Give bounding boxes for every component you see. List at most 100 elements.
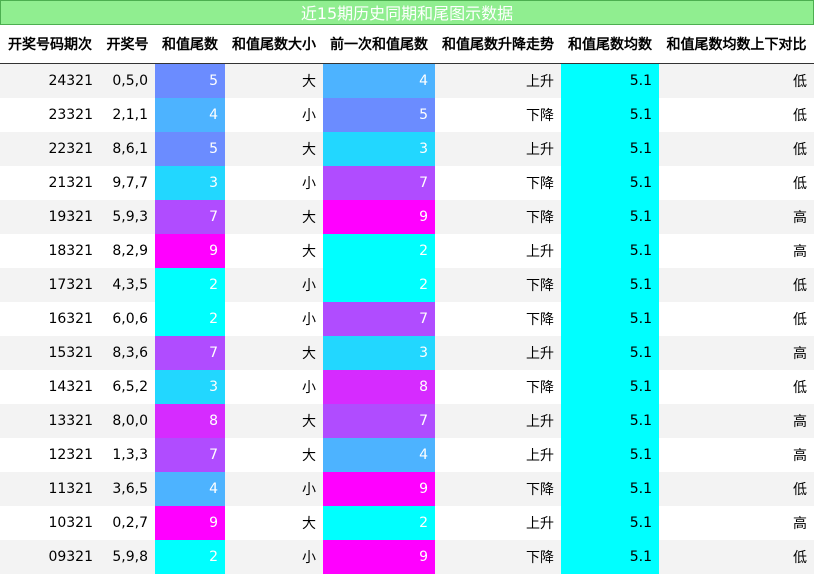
compare-cell: 低 [659,268,814,302]
numbers-cell: 6,5,2 [100,370,155,404]
issue-cell: 13321 [0,404,100,438]
numbers-cell: 4,3,5 [100,268,155,302]
issue-cell: 15321 [0,336,100,370]
issue-cell: 10321 [0,506,100,540]
prev-tail-cell: 2 [323,234,435,268]
size-cell: 大 [225,132,323,166]
average-cell: 5.1 [561,506,659,540]
size-cell: 小 [225,98,323,132]
header-tail: 和值尾数 [155,25,225,64]
size-cell: 大 [225,200,323,234]
issue-cell: 19321 [0,200,100,234]
compare-cell: 低 [659,132,814,166]
compare-cell: 低 [659,540,814,574]
tail-cell: 7 [155,336,225,370]
tail-cell: 3 [155,370,225,404]
compare-cell: 高 [659,438,814,472]
size-cell: 大 [225,234,323,268]
size-cell: 小 [225,540,323,574]
average-cell: 5.1 [561,336,659,370]
prev-tail-cell: 9 [323,200,435,234]
numbers-cell: 8,3,6 [100,336,155,370]
numbers-cell: 8,0,0 [100,404,155,438]
issue-cell: 16321 [0,302,100,336]
issue-cell: 24321 [0,63,100,98]
tail-cell: 2 [155,302,225,336]
trend-cell: 上升 [435,506,561,540]
compare-cell: 低 [659,472,814,506]
average-cell: 5.1 [561,370,659,404]
trend-cell: 下降 [435,472,561,506]
table-row: 14321 6,5,2 3 小 8 下降 5.1 低 [0,370,814,404]
history-table: 开奖号码期次 开奖号 和值尾数 和值尾数大小 前一次和值尾数 和值尾数升降走势 … [0,25,814,574]
issue-cell: 22321 [0,132,100,166]
numbers-cell: 1,3,3 [100,438,155,472]
header-size: 和值尾数大小 [225,25,323,64]
size-cell: 小 [225,268,323,302]
table-row: 09321 5,9,8 2 小 9 下降 5.1 低 [0,540,814,574]
tail-cell: 9 [155,506,225,540]
table-row: 13321 8,0,0 8 大 7 上升 5.1 高 [0,404,814,438]
table-row: 12321 1,3,3 7 大 4 上升 5.1 高 [0,438,814,472]
issue-cell: 23321 [0,98,100,132]
tail-cell: 8 [155,404,225,438]
table-row: 19321 5,9,3 7 大 9 下降 5.1 高 [0,200,814,234]
average-cell: 5.1 [561,132,659,166]
average-cell: 5.1 [561,200,659,234]
trend-cell: 下降 [435,540,561,574]
tail-cell: 5 [155,63,225,98]
prev-tail-cell: 5 [323,98,435,132]
numbers-cell: 8,6,1 [100,132,155,166]
tail-cell: 4 [155,472,225,506]
issue-cell: 11321 [0,472,100,506]
tail-cell: 9 [155,234,225,268]
compare-cell: 高 [659,404,814,438]
table-row: 23321 2,1,1 4 小 5 下降 5.1 低 [0,98,814,132]
tail-cell: 2 [155,268,225,302]
prev-tail-cell: 9 [323,472,435,506]
average-cell: 5.1 [561,302,659,336]
numbers-cell: 2,1,1 [100,98,155,132]
tail-cell: 7 [155,438,225,472]
trend-cell: 下降 [435,268,561,302]
prev-tail-cell: 4 [323,438,435,472]
trend-cell: 下降 [435,200,561,234]
size-cell: 小 [225,302,323,336]
size-cell: 大 [225,438,323,472]
average-cell: 5.1 [561,540,659,574]
trend-cell: 下降 [435,302,561,336]
header-trend: 和值尾数升降走势 [435,25,561,64]
header-compare: 和值尾数均数上下对比 [659,25,814,64]
numbers-cell: 0,5,0 [100,63,155,98]
tail-cell: 7 [155,200,225,234]
trend-cell: 下降 [435,98,561,132]
numbers-cell: 6,0,6 [100,302,155,336]
prev-tail-cell: 3 [323,132,435,166]
average-cell: 5.1 [561,166,659,200]
compare-cell: 低 [659,98,814,132]
size-cell: 大 [225,336,323,370]
table-row: 16321 6,0,6 2 小 7 下降 5.1 低 [0,302,814,336]
size-cell: 大 [225,506,323,540]
compare-cell: 低 [659,302,814,336]
issue-cell: 12321 [0,438,100,472]
header-row: 开奖号码期次 开奖号 和值尾数 和值尾数大小 前一次和值尾数 和值尾数升降走势 … [0,25,814,64]
trend-cell: 上升 [435,234,561,268]
header-issue: 开奖号码期次 [0,25,100,64]
compare-cell: 高 [659,336,814,370]
average-cell: 5.1 [561,63,659,98]
numbers-cell: 9,7,7 [100,166,155,200]
table-row: 17321 4,3,5 2 小 2 下降 5.1 低 [0,268,814,302]
size-cell: 大 [225,63,323,98]
compare-cell: 高 [659,506,814,540]
header-prev-tail: 前一次和值尾数 [323,25,435,64]
table-row: 24321 0,5,0 5 大 4 上升 5.1 低 [0,63,814,98]
prev-tail-cell: 7 [323,302,435,336]
issue-cell: 21321 [0,166,100,200]
average-cell: 5.1 [561,472,659,506]
trend-cell: 上升 [435,336,561,370]
table-row: 15321 8,3,6 7 大 3 上升 5.1 高 [0,336,814,370]
issue-cell: 14321 [0,370,100,404]
numbers-cell: 3,6,5 [100,472,155,506]
table-row: 18321 8,2,9 9 大 2 上升 5.1 高 [0,234,814,268]
